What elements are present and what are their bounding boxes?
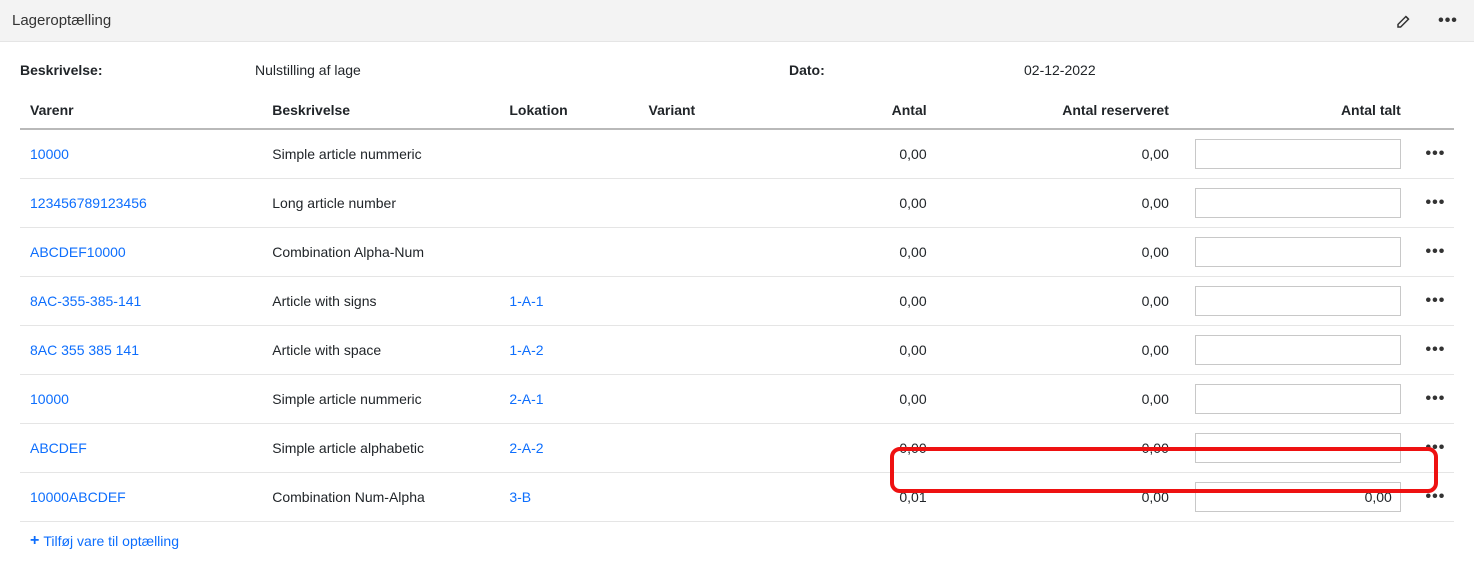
items-table: Varenr Beskrivelse Lokation Variant Anta… (20, 92, 1454, 522)
cell-beskrivelse: Article with space (262, 326, 499, 375)
cell-lokation (499, 129, 638, 179)
row-more-actions-icon[interactable]: ••• (1426, 145, 1446, 162)
table-row: ABCDEF Simple article alphabetic 2-A-2 0,00… (20, 424, 1454, 473)
meta-value-beskrivelse: Nulstilling af lage (255, 62, 789, 78)
col-varenr[interactable]: Varenr (20, 92, 262, 129)
plus-icon: + (30, 532, 39, 550)
cell-beskrivelse: Combination Alpha-Num (262, 228, 499, 277)
table-header-row: Varenr Beskrivelse Lokation Variant Anta… (20, 92, 1454, 129)
antal-talt-input[interactable] (1195, 482, 1401, 512)
add-item-label: Tilføj vare til optælling (43, 533, 179, 549)
antal-talt-input[interactable] (1195, 237, 1401, 267)
row-more-actions-icon[interactable]: ••• (1426, 439, 1446, 456)
table-row: 10000ABCDEF Combination Num-Alpha 3-B 0,010… (20, 473, 1454, 522)
varenr-link[interactable]: 8AC-355-385-141 (30, 293, 141, 309)
varenr-link[interactable]: 8AC 355 385 141 (30, 342, 139, 358)
meta-row: Beskrivelse: Nulstilling af lage Dato: 0… (0, 42, 1474, 92)
col-antal-talt[interactable]: Antal talt (1185, 92, 1417, 129)
cell-beskrivelse: Simple article alphabetic (262, 424, 499, 473)
cell-variant (639, 326, 783, 375)
cell-variant (639, 424, 783, 473)
cell-antal-reserveret: 0,00 (943, 326, 1185, 375)
table-row: ABCDEF10000 Combination Alpha-Num 0,000,00… (20, 228, 1454, 277)
row-more-actions-icon[interactable]: ••• (1426, 194, 1446, 211)
panel-title: Lageroptælling (12, 12, 1390, 29)
cell-beskrivelse: Combination Num-Alpha (262, 473, 499, 522)
cell-antal: 0,00 (783, 228, 943, 277)
cell-antal: 0,00 (783, 424, 943, 473)
cell-beskrivelse: Simple article nummeric (262, 375, 499, 424)
cell-variant (639, 228, 783, 277)
cell-variant (639, 179, 783, 228)
cell-antal: 0,00 (783, 277, 943, 326)
varenr-link[interactable]: 123456789123456 (30, 195, 147, 211)
varenr-link[interactable]: ABCDEF (30, 440, 87, 456)
antal-talt-input[interactable] (1195, 335, 1401, 365)
row-more-actions-icon[interactable]: ••• (1426, 390, 1446, 407)
panel-header: Lageroptælling ••• (0, 0, 1474, 42)
cell-variant (639, 473, 783, 522)
varenr-link[interactable]: 10000 (30, 391, 69, 407)
cell-antal-reserveret: 0,00 (943, 228, 1185, 277)
cell-beskrivelse: Article with signs (262, 277, 499, 326)
col-actions (1417, 92, 1454, 129)
cell-antal: 0,01 (783, 473, 943, 522)
lokation-link[interactable]: 2-A-2 (509, 440, 543, 456)
table-row: 8AC 355 385 141 Article with space 1-A-2 0,… (20, 326, 1454, 375)
meta-value-dato: 02-12-2022 (1024, 62, 1454, 78)
antal-talt-input[interactable] (1195, 139, 1401, 169)
more-actions-icon[interactable]: ••• (1434, 7, 1462, 35)
varenr-link[interactable]: ABCDEF10000 (30, 244, 126, 260)
cell-variant (639, 277, 783, 326)
lokation-link[interactable]: 3-B (509, 489, 531, 505)
col-lokation[interactable]: Lokation (499, 92, 638, 129)
antal-talt-input[interactable] (1195, 433, 1401, 463)
edit-icon[interactable] (1390, 7, 1418, 35)
cell-antal-reserveret: 0,00 (943, 375, 1185, 424)
cell-antal-reserveret: 0,00 (943, 473, 1185, 522)
lokation-link[interactable]: 1-A-1 (509, 293, 543, 309)
row-more-actions-icon[interactable]: ••• (1426, 488, 1446, 505)
antal-talt-input[interactable] (1195, 188, 1401, 218)
cell-antal: 0,00 (783, 179, 943, 228)
header-actions: ••• (1390, 7, 1462, 35)
cell-variant (639, 129, 783, 179)
row-more-actions-icon[interactable]: ••• (1426, 243, 1446, 260)
cell-antal: 0,00 (783, 129, 943, 179)
cell-antal-reserveret: 0,00 (943, 179, 1185, 228)
cell-antal-reserveret: 0,00 (943, 277, 1185, 326)
inventory-count-panel: Lageroptælling ••• Beskrivelse: Nulstill… (0, 0, 1474, 568)
cell-lokation (499, 228, 638, 277)
meta-label-dato: Dato: (789, 62, 1024, 78)
cell-beskrivelse: Simple article nummeric (262, 129, 499, 179)
table-row: 10000 Simple article nummeric 2-A-1 0,000,0… (20, 375, 1454, 424)
add-item-link[interactable]: + Tilføj vare til optælling (20, 522, 179, 554)
col-variant[interactable]: Variant (639, 92, 783, 129)
row-more-actions-icon[interactable]: ••• (1426, 292, 1446, 309)
cell-variant (639, 375, 783, 424)
lokation-link[interactable]: 2-A-1 (509, 391, 543, 407)
cell-beskrivelse: Long article number (262, 179, 499, 228)
cell-antal: 0,00 (783, 375, 943, 424)
col-antal-reserveret[interactable]: Antal reserveret (943, 92, 1185, 129)
table-row: 123456789123456 Long article number 0,000,… (20, 179, 1454, 228)
table-row: 10000 Simple article nummeric 0,000,00 ••• (20, 129, 1454, 179)
cell-antal: 0,00 (783, 326, 943, 375)
lokation-link[interactable]: 1-A-2 (509, 342, 543, 358)
col-antal[interactable]: Antal (783, 92, 943, 129)
varenr-link[interactable]: 10000 (30, 146, 69, 162)
cell-antal-reserveret: 0,00 (943, 424, 1185, 473)
antal-talt-input[interactable] (1195, 286, 1401, 316)
cell-lokation (499, 179, 638, 228)
row-more-actions-icon[interactable]: ••• (1426, 341, 1446, 358)
meta-label-beskrivelse: Beskrivelse: (20, 62, 255, 78)
table-wrap: Varenr Beskrivelse Lokation Variant Anta… (0, 92, 1474, 568)
col-beskrivelse[interactable]: Beskrivelse (262, 92, 499, 129)
varenr-link[interactable]: 10000ABCDEF (30, 489, 126, 505)
table-row: 8AC-355-385-141 Article with signs 1-A-1 0,… (20, 277, 1454, 326)
cell-antal-reserveret: 0,00 (943, 129, 1185, 179)
antal-talt-input[interactable] (1195, 384, 1401, 414)
